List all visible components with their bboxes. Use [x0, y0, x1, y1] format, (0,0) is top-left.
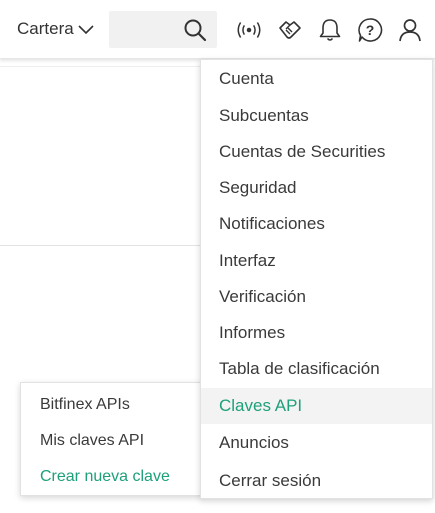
submenu-item-crear-nueva-clave[interactable]: Crear nueva clave: [21, 459, 201, 495]
search-icon[interactable]: [183, 18, 207, 42]
svg-text:?: ?: [366, 22, 375, 38]
menu-item-cerrar-sesion[interactable]: Cerrar sesión: [201, 463, 432, 499]
menu-item-subcuentas[interactable]: Subcuentas: [201, 98, 432, 134]
broadcast-icon[interactable]: [235, 16, 263, 44]
menu-item-informes[interactable]: Informes: [201, 315, 432, 351]
chevron-down-icon: [78, 21, 94, 37]
menu-item-verificacion[interactable]: Verificación: [201, 279, 432, 315]
wallet-label: Cartera: [17, 19, 74, 38]
submenu-item-mis-claves-api[interactable]: Mis claves API: [21, 423, 201, 459]
account-dropdown-menu: Cuenta Subcuentas Cuentas de Securities …: [200, 59, 433, 499]
user-icon[interactable]: [396, 16, 424, 44]
menu-item-notificaciones[interactable]: Notificaciones: [201, 206, 432, 242]
bell-icon[interactable]: [316, 16, 344, 44]
top-navigation-bar: Cartera ?: [0, 0, 435, 59]
menu-item-claves-api[interactable]: Claves API: [201, 388, 432, 424]
menu-item-cuentas-de-securities[interactable]: Cuentas de Securities: [201, 134, 432, 170]
menu-item-interfaz[interactable]: Interfaz: [201, 243, 432, 279]
api-keys-submenu: Bitfinex APIs Mis claves API Crear nueva…: [20, 382, 202, 496]
submenu-item-bitfinex-apis[interactable]: Bitfinex APIs: [21, 387, 201, 423]
search-box: [109, 11, 217, 48]
background-divider-top: [0, 66, 200, 67]
wallet-dropdown[interactable]: Cartera: [17, 18, 94, 40]
help-icon[interactable]: ?: [356, 16, 384, 44]
search-input[interactable]: [109, 11, 189, 46]
background-divider: [0, 245, 200, 246]
menu-item-tabla-de-clasificacion[interactable]: Tabla de clasificación: [201, 351, 432, 387]
menu-item-anuncios[interactable]: Anuncios: [201, 425, 432, 461]
handshake-icon[interactable]: [276, 16, 304, 44]
page: Cartera ? Cuenta Subcuentas Cuentas de S…: [0, 0, 435, 513]
menu-item-seguridad[interactable]: Seguridad: [201, 170, 432, 206]
menu-item-cuenta[interactable]: Cuenta: [201, 61, 432, 97]
